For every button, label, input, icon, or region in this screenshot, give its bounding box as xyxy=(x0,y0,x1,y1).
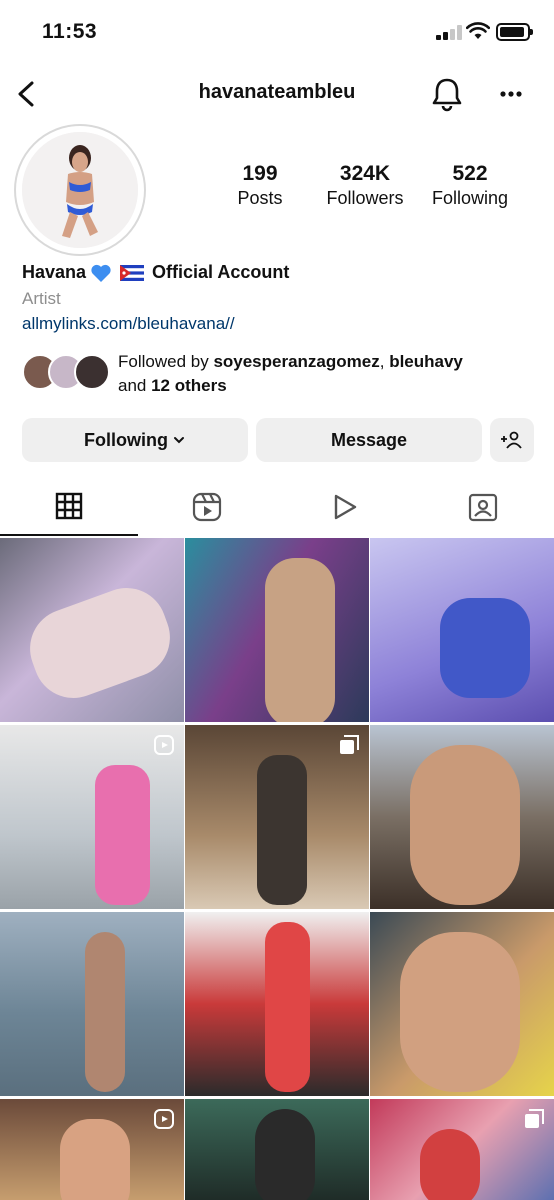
wifi-icon xyxy=(466,22,490,39)
post-thumbnail[interactable] xyxy=(0,538,184,722)
posts-count: 199 xyxy=(242,162,278,185)
play-icon xyxy=(334,494,357,520)
tab-tagged[interactable] xyxy=(414,478,552,536)
message-button-label: Message xyxy=(330,429,408,450)
post-photo xyxy=(18,576,182,710)
message-button[interactable]: Message xyxy=(256,418,482,462)
post-thumbnail[interactable] xyxy=(370,538,554,722)
following-count: 522 xyxy=(452,162,488,185)
profile-link[interactable]: allmylinks.com/bleuhavana// xyxy=(22,314,532,334)
tagged-icon xyxy=(468,493,498,522)
post-photo xyxy=(95,765,150,905)
status-time: 11:53 xyxy=(42,20,98,43)
post-photo xyxy=(255,1109,315,1200)
post-photo xyxy=(257,755,307,905)
followers-stat[interactable]: 324K Followers xyxy=(315,162,415,209)
following-stat[interactable]: 522 Following xyxy=(420,162,520,209)
post-thumbnail[interactable] xyxy=(370,725,554,909)
post-photo xyxy=(85,932,125,1092)
post-thumbnail[interactable] xyxy=(0,912,184,1096)
following-label: Following xyxy=(431,188,509,208)
followed-by-text: Followed by soyesperanzagomez, bleuhavy … xyxy=(118,352,463,395)
grid-icon xyxy=(55,492,83,520)
post-thumbnail[interactable] xyxy=(185,1099,369,1200)
profile-actions: Following Message xyxy=(22,418,534,462)
post-photo xyxy=(60,1119,130,1200)
posts-label: Posts xyxy=(237,188,283,208)
follower-username[interactable]: bleuhavy xyxy=(389,352,463,371)
profile-display-name: Havana Official Account xyxy=(22,262,532,283)
avatar-image xyxy=(22,132,138,248)
follower-avatar xyxy=(74,354,110,390)
display-name-text: Havana xyxy=(22,262,87,282)
chevron-down-icon xyxy=(173,437,184,444)
profile-header: havanateambleu xyxy=(0,68,554,120)
profile-category: Artist xyxy=(22,289,61,308)
status-bar: 11:53 xyxy=(0,0,554,64)
following-button[interactable]: Following xyxy=(22,418,248,462)
battery-icon xyxy=(496,23,533,41)
profile-stats: 199 Posts 324K Followers 522 Following xyxy=(210,162,520,209)
posts-stat[interactable]: 199 Posts xyxy=(210,162,310,209)
more-options-icon[interactable] xyxy=(496,80,526,108)
followers-label: Followers xyxy=(326,188,404,208)
bell-icon[interactable] xyxy=(430,76,464,112)
post-thumbnail[interactable] xyxy=(0,1099,184,1200)
tab-posts[interactable] xyxy=(0,478,138,536)
cellular-signal-icon xyxy=(436,24,462,40)
post-thumbnail[interactable] xyxy=(370,912,554,1096)
reels-icon xyxy=(192,492,222,522)
following-button-label: Following xyxy=(84,429,168,450)
profile-tabs xyxy=(0,478,554,536)
tab-reels[interactable] xyxy=(138,478,276,536)
post-thumbnail[interactable] xyxy=(185,912,369,1096)
post-photo xyxy=(410,745,520,905)
posts-grid xyxy=(0,538,554,1200)
follower-username[interactable]: soyesperanzagomez xyxy=(213,352,379,371)
others-count[interactable]: 12 others xyxy=(151,376,227,395)
post-thumbnail[interactable] xyxy=(0,725,184,909)
add-person-icon xyxy=(501,431,522,449)
profile-username: havanateambleu xyxy=(198,81,356,103)
post-photo xyxy=(265,922,310,1092)
post-thumbnail[interactable] xyxy=(185,725,369,909)
post-photo xyxy=(265,558,335,722)
post-thumbnail[interactable] xyxy=(370,1099,554,1200)
profile-bio: Havana Official Account Artist allmylink… xyxy=(22,262,532,334)
suggested-users-button[interactable] xyxy=(490,418,534,462)
post-photo xyxy=(400,932,520,1092)
profile-avatar[interactable] xyxy=(14,124,146,256)
followed-by-row[interactable]: Followed by soyesperanzagomez, bleuhavy … xyxy=(22,348,532,396)
carousel-icon xyxy=(340,735,359,754)
reel-icon xyxy=(154,1109,174,1129)
display-name-suffix: Official Account xyxy=(152,262,290,282)
blue-heart-icon xyxy=(91,264,111,282)
reel-icon xyxy=(154,735,174,755)
post-thumbnail[interactable] xyxy=(185,538,369,722)
carousel-icon xyxy=(525,1109,544,1128)
post-photo xyxy=(440,598,530,698)
cuba-flag-icon xyxy=(120,264,145,281)
tab-videos[interactable] xyxy=(276,478,414,536)
post-photo xyxy=(420,1129,480,1200)
followers-count: 324K xyxy=(339,162,391,185)
